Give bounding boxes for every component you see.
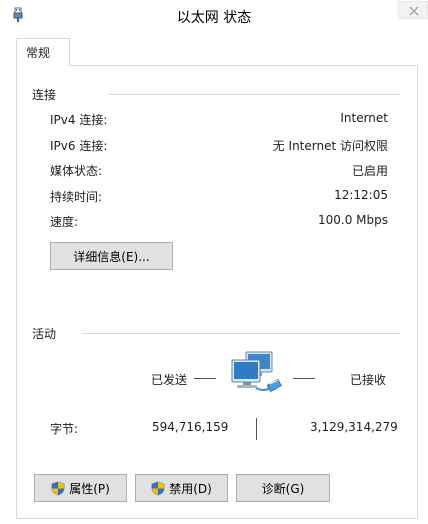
title-bar: 以太网 状态	[0, 0, 428, 30]
ipv4-label: IPv4 连接:	[50, 113, 108, 127]
bytes-separator	[256, 418, 257, 440]
tab-general-label: 常规	[26, 46, 51, 60]
media-state-value: 已启用	[351, 164, 388, 178]
tab-general[interactable]: 常规	[16, 38, 70, 66]
speed-value: 100.0 Mbps	[317, 213, 388, 227]
sent-connector-line	[194, 378, 216, 379]
network-computers-icon	[231, 351, 282, 393]
received-label: 已接收	[350, 373, 387, 387]
ipv4-value: Internet	[340, 111, 388, 125]
close-icon	[409, 6, 419, 16]
uac-shield-icon	[51, 481, 65, 495]
received-connector-line	[293, 378, 315, 379]
duration-label: 持续时间:	[50, 190, 103, 204]
uac-shield-icon	[151, 481, 165, 495]
connection-section-title: 连接	[32, 88, 57, 102]
bytes-label: 字节:	[50, 422, 79, 436]
properties-button[interactable]: 属性(P)	[34, 474, 127, 502]
general-tab-panel	[16, 65, 418, 519]
ethernet-status-window: 以太网 状态 常规 连接 IPv4 连接: Internet IPv6 连接: …	[0, 0, 428, 524]
bytes-sent-value: 594,716,159	[152, 420, 229, 434]
speed-label: 速度:	[50, 215, 79, 229]
disable-button[interactable]: 禁用(D)	[135, 474, 228, 502]
diagnose-button[interactable]: 诊断(G)	[236, 474, 330, 502]
ipv6-value: 无 Internet 访问权限	[272, 139, 388, 153]
bytes-received-value: 3,129,314,279	[310, 420, 398, 434]
details-button-label: 详细信息(E)...	[73, 249, 150, 264]
disable-button-label: 禁用(D)	[169, 481, 212, 496]
window-title: 以太网 状态	[176, 10, 252, 26]
activity-divider	[82, 333, 400, 334]
media-state-label: 媒体状态:	[50, 164, 103, 178]
ipv6-label: IPv6 连接:	[50, 139, 108, 153]
connection-divider	[108, 94, 400, 95]
properties-button-label: 属性(P)	[69, 481, 110, 496]
details-button[interactable]: 详细信息(E)...	[50, 242, 173, 270]
sent-label: 已发送	[151, 373, 188, 387]
activity-section-title: 活动	[32, 327, 57, 341]
close-button[interactable]	[398, 1, 428, 19]
diagnose-button-label: 诊断(G)	[261, 481, 305, 496]
duration-value: 12:12:05	[334, 188, 388, 202]
